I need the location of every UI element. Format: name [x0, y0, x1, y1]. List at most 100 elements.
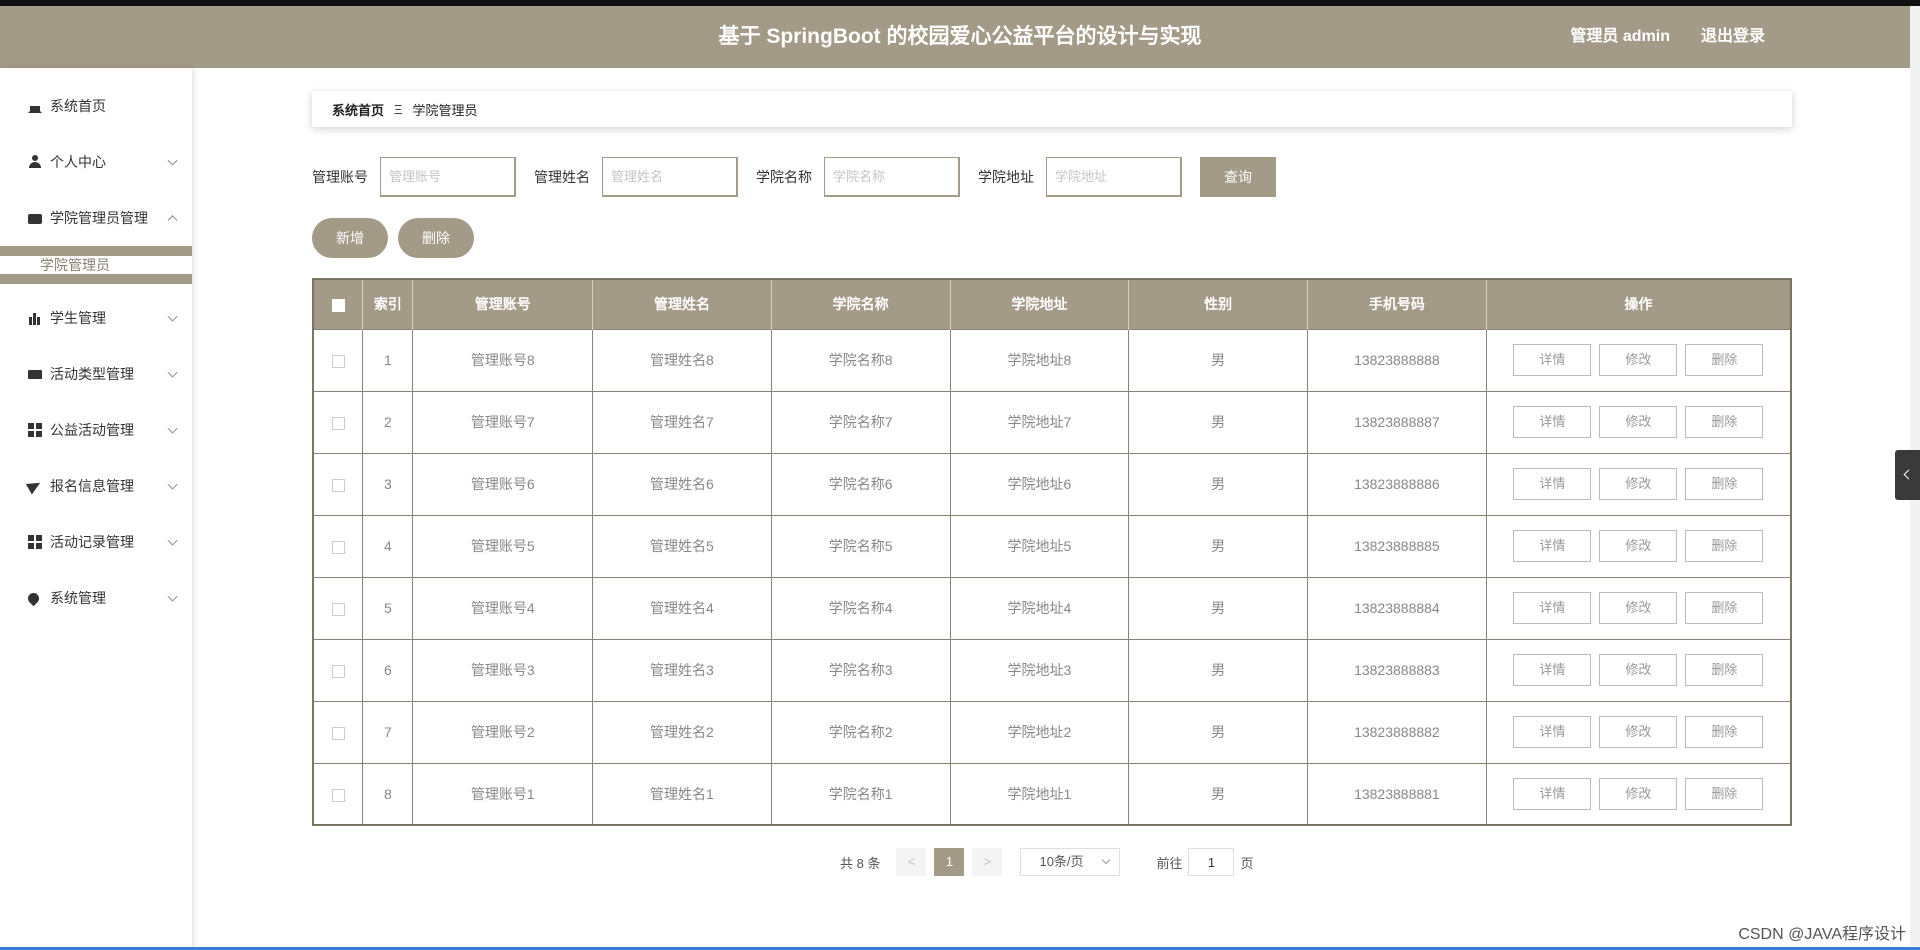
account-search-input[interactable]: [380, 157, 516, 197]
detail-button[interactable]: 详情: [1513, 777, 1592, 810]
add-button[interactable]: 新增: [312, 218, 388, 258]
row-checkbox[interactable]: [331, 416, 345, 430]
index-cell: 4: [362, 514, 414, 577]
chevron-up-icon: [167, 215, 178, 226]
account-cell: 管理账号5: [412, 514, 594, 577]
column-header: 性别: [1128, 279, 1308, 329]
edit-button[interactable]: 修改: [1599, 716, 1678, 748]
college-search-input[interactable]: [824, 157, 960, 197]
account-cell: 管理账号2: [412, 700, 594, 763]
current-user: 管理员 admin: [1570, 28, 1670, 45]
page-size-select[interactable]: 10条/页: [1020, 848, 1121, 876]
row-select-cell: [313, 328, 364, 391]
prev-page-button[interactable]: <: [896, 848, 927, 876]
delete-button[interactable]: 删除: [1685, 468, 1764, 500]
column-header: 操作: [1486, 279, 1791, 329]
row-checkbox[interactable]: [331, 354, 345, 368]
sidebar-item-system[interactable]: 系统管理: [0, 570, 192, 626]
delete-button[interactable]: 删除: [1685, 530, 1764, 562]
edit-button[interactable]: 修改: [1599, 654, 1678, 686]
delete-button[interactable]: 删除: [1685, 406, 1764, 438]
index-cell: 6: [362, 638, 414, 701]
row-checkbox[interactable]: [331, 664, 345, 678]
edit-button[interactable]: 修改: [1599, 468, 1678, 500]
phone-cell: 13823888882: [1307, 700, 1487, 763]
edit-button[interactable]: 修改: [1599, 530, 1678, 562]
delete-button[interactable]: 删除: [1685, 344, 1764, 376]
delete-button[interactable]: 删除: [1685, 777, 1764, 810]
college-cell: 学院名称2: [771, 700, 951, 763]
column-header: 索引: [362, 279, 414, 329]
table-row: 3 管理账号6 管理姓名6 学院名称6 学院地址6 男 13823888886 详情 修改 删除: [313, 452, 1791, 515]
address-search-input[interactable]: [1046, 157, 1182, 197]
actions-cell: 详情 修改 删除: [1486, 514, 1791, 577]
detail-button[interactable]: 详情: [1513, 468, 1592, 500]
account-label: 管理账号: [312, 169, 368, 185]
logout-link[interactable]: 退出登录: [1701, 6, 1765, 68]
chat-icon: [28, 213, 42, 224]
edit-button[interactable]: 修改: [1599, 777, 1678, 810]
sidebar-item-label: 公益活动管理: [50, 422, 134, 438]
row-checkbox[interactable]: [331, 478, 345, 492]
edit-button[interactable]: 修改: [1599, 344, 1678, 376]
name-cell: 管理姓名1: [592, 762, 772, 825]
breadcrumb-home[interactable]: 系统首页: [332, 100, 384, 119]
address-cell: 学院地址7: [950, 390, 1130, 453]
gender-cell: 男: [1128, 452, 1308, 515]
sidebar-item-students[interactable]: 学生管理: [0, 290, 192, 346]
sidebar-item-label: 系统管理: [50, 590, 106, 606]
address-cell: 学院地址5: [950, 514, 1130, 577]
page-number-1[interactable]: 1: [934, 848, 965, 876]
delete-button[interactable]: 删除: [1685, 716, 1764, 748]
sidebar-item-activity-types[interactable]: 活动类型管理: [0, 346, 192, 402]
actions-cell: 详情 修改 删除: [1486, 576, 1791, 639]
name-cell: 管理姓名3: [592, 638, 772, 701]
row-checkbox[interactable]: [331, 726, 345, 740]
name-cell: 管理姓名4: [592, 576, 772, 639]
sidebar-item-college-admin[interactable]: 学院管理员管理: [0, 190, 192, 246]
grid-icon: [28, 535, 42, 549]
address-cell: 学院地址2: [950, 700, 1130, 763]
search-form: 管理账号 管理姓名 学院名称 学院地址 查询: [312, 157, 1276, 197]
row-checkbox[interactable]: [331, 602, 345, 616]
row-select-cell: [313, 514, 364, 577]
next-page-button[interactable]: >: [972, 848, 1003, 876]
row-select-cell: [313, 390, 364, 453]
sidebar-subitem-college-admin[interactable]: 学院管理员: [0, 246, 192, 284]
edit-button[interactable]: 修改: [1599, 592, 1678, 624]
name-cell: 管理姓名7: [592, 390, 772, 453]
table-row: 5 管理账号4 管理姓名4 学院名称4 学院地址4 男 13823888884 详情 修改 删除: [313, 576, 1791, 639]
detail-button[interactable]: 详情: [1513, 530, 1592, 562]
goto-page-input[interactable]: [1188, 848, 1235, 876]
detail-button[interactable]: 详情: [1513, 406, 1592, 438]
detail-button[interactable]: 详情: [1513, 592, 1592, 624]
sidebar-item-activity-records[interactable]: 活动记录管理: [0, 514, 192, 570]
user-icon: [28, 155, 42, 169]
name-cell: 管理姓名6: [592, 452, 772, 515]
location-icon: [25, 590, 42, 606]
collapse-panel-button[interactable]: [1895, 450, 1920, 500]
detail-button[interactable]: 详情: [1513, 716, 1592, 748]
detail-button[interactable]: 详情: [1513, 654, 1592, 686]
delete-button[interactable]: 删除: [1685, 654, 1764, 686]
sidebar-item-profile[interactable]: 个人中心: [0, 134, 192, 190]
bar-chart-icon: [28, 311, 42, 325]
name-search-input[interactable]: [602, 157, 738, 197]
select-all-checkbox[interactable]: [331, 299, 345, 313]
chevron-down-icon: [167, 479, 178, 490]
row-checkbox[interactable]: [331, 540, 345, 554]
row-checkbox[interactable]: [331, 788, 345, 802]
send-icon: [25, 477, 44, 495]
query-button[interactable]: 查询: [1200, 157, 1276, 197]
gender-cell: 男: [1128, 514, 1308, 577]
delete-button[interactable]: 删除: [1685, 592, 1764, 624]
row-select-cell: [313, 452, 364, 515]
row-select-cell: [313, 762, 364, 825]
gender-cell: 男: [1128, 328, 1308, 391]
sidebar-item-charity-activities[interactable]: 公益活动管理: [0, 402, 192, 458]
edit-button[interactable]: 修改: [1599, 406, 1678, 438]
sidebar-item-home[interactable]: 系统首页: [0, 78, 192, 134]
sidebar-item-registrations[interactable]: 报名信息管理: [0, 458, 192, 514]
bulk-delete-button[interactable]: 删除: [398, 218, 474, 258]
detail-button[interactable]: 详情: [1513, 344, 1592, 376]
